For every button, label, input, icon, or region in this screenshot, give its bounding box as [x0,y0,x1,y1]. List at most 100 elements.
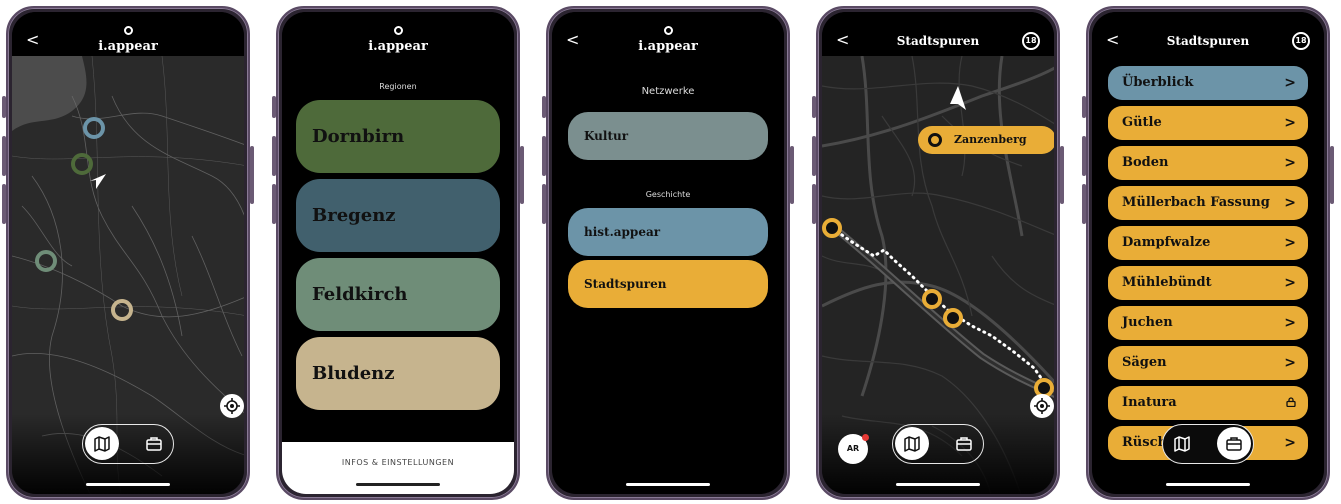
region-button-bludenz[interactable]: Bludenz [296,337,500,410]
info-settings-label: INFOS & EINSTELLUNGEN [341,458,455,467]
map-view-button[interactable] [1165,427,1199,460]
history-button-hist-appear[interactable]: hist.appear [568,208,768,256]
section-label-regions: Regionen [379,82,417,91]
view-toggle [1162,424,1254,464]
briefcase-icon [1226,437,1242,451]
region-button-bregenz[interactable]: Bregenz [296,179,500,252]
list-item-label: Müllerbach Fassung [1122,195,1270,210]
phone-frame-route-map: < Stadtspuren 18 Zanzenberg AR [812,6,1064,500]
briefcase-icon [146,437,162,451]
list-item-label: Rüsch [1122,435,1167,450]
region-button-dornbirn[interactable]: Dornbirn [296,100,500,173]
route-stop-marker[interactable] [922,289,942,309]
logo-text: i.appear [368,39,428,54]
home-indicator [86,483,170,486]
phone-frame-station-list: < Stadtspuren 18 Überblick > Gütle > Bod… [1082,6,1334,500]
age-rating-badge: 18 [1292,32,1310,50]
poi-label-zanzenberg[interactable]: Zanzenberg [918,126,1054,154]
list-item-dampfwalze[interactable]: Dampfwalze > [1108,226,1308,260]
poi-ring-icon [928,133,942,147]
map-view-button[interactable] [895,427,929,460]
chevron-right-icon: > [1284,155,1296,171]
list-item-boden[interactable]: Boden > [1108,146,1308,180]
volume-up-button [542,136,546,176]
crosshair-icon [1034,398,1050,414]
power-button [250,146,254,204]
collection-view-button[interactable] [1217,427,1251,460]
collection-view-button[interactable] [137,427,171,460]
mute-switch [272,96,276,118]
header-bar: i.appear [282,12,514,56]
chevron-right-icon: > [1284,115,1296,131]
logo-text: i.appear [638,39,698,54]
header-bar: < i.appear [12,12,244,56]
screen-networks: < i.appear Netzwerke Kultur Geschichte h… [552,12,784,494]
info-settings-bar[interactable]: INFOS & EINSTELLUNGEN [282,442,514,494]
list-item-label: Überblick [1122,75,1194,90]
page-title: Stadtspuren [1166,34,1250,48]
list-item-guetle[interactable]: Gütle > [1108,106,1308,140]
list-item-ueberblick[interactable]: Überblick > [1108,66,1308,100]
page-title: Stadtspuren [896,34,980,48]
ar-button[interactable]: AR [838,434,869,464]
list-item-muellerbach-fassung[interactable]: Müllerbach Fassung > [1108,186,1308,220]
volume-down-button [542,184,546,224]
history-button-stadtspuren[interactable]: Stadtspuren [568,260,768,308]
map-icon [904,436,920,452]
app-logo: i.appear [552,26,784,54]
ar-label: AR [846,444,860,453]
volume-up-button [812,136,816,176]
screen-route-map: < Stadtspuren 18 Zanzenberg AR [822,12,1054,494]
power-button [520,146,524,204]
notification-dot [862,434,869,441]
home-indicator [1166,483,1250,486]
view-toggle [892,424,984,464]
screen-map: < i.appear [12,12,244,494]
phone-frame-map: < i.appear [2,6,254,500]
phone-frame-networks: < i.appear Netzwerke Kultur Geschichte h… [542,6,794,500]
list-item-label: Mühlebündt [1122,275,1212,290]
header-bar: < Stadtspuren 18 [1092,12,1324,56]
locate-me-button[interactable] [220,394,244,418]
volume-up-button [1082,136,1086,176]
lock-icon [1286,397,1296,407]
chevron-right-icon: > [1284,75,1296,91]
screen-station-list: < Stadtspuren 18 Überblick > Gütle > Bod… [1092,12,1324,494]
route-stop-marker[interactable] [943,308,963,328]
volume-down-button [2,184,6,224]
locate-me-button[interactable] [1030,394,1054,418]
mute-switch [812,96,816,118]
power-button [1330,146,1334,204]
route-stop-marker[interactable] [822,218,842,238]
volume-up-button [2,136,6,176]
list-item-label: Boden [1122,155,1169,170]
list-item-label: Dampfwalze [1122,235,1211,250]
volume-down-button [272,184,276,224]
section-label-history: Geschichte [645,190,691,199]
list-item-juchen[interactable]: Juchen > [1108,306,1308,340]
briefcase-icon [956,437,972,451]
chevron-right-icon: > [1284,235,1296,251]
volume-down-button [1082,184,1086,224]
phone-frame-regions: i.appear Regionen Dornbirn Bregenz Feldk… [272,6,524,500]
collection-view-button[interactable] [947,427,981,460]
map-icon [1174,436,1190,452]
region-button-feldkirch[interactable]: Feldkirch [296,258,500,331]
map-view-button[interactable] [85,427,119,460]
list-item-label: Sägen [1122,355,1167,370]
screen-regions: i.appear Regionen Dornbirn Bregenz Feldk… [282,12,514,494]
logo-dot-icon [123,26,133,35]
list-item-saegen[interactable]: Sägen > [1108,346,1308,380]
poi-label-text: Zanzenberg [954,133,1027,146]
header-bar: < i.appear [552,12,784,56]
mute-switch [1082,96,1086,118]
home-indicator [356,483,440,486]
mute-switch [542,96,546,118]
list-item-inatura[interactable]: Inatura [1108,386,1308,420]
volume-up-button [272,136,276,176]
power-button [1060,146,1064,204]
map-icon [94,436,110,452]
network-button-kultur[interactable]: Kultur [568,112,768,160]
list-item-label: Juchen [1122,315,1173,330]
list-item-muehlebuendt[interactable]: Mühlebündt > [1108,266,1308,300]
